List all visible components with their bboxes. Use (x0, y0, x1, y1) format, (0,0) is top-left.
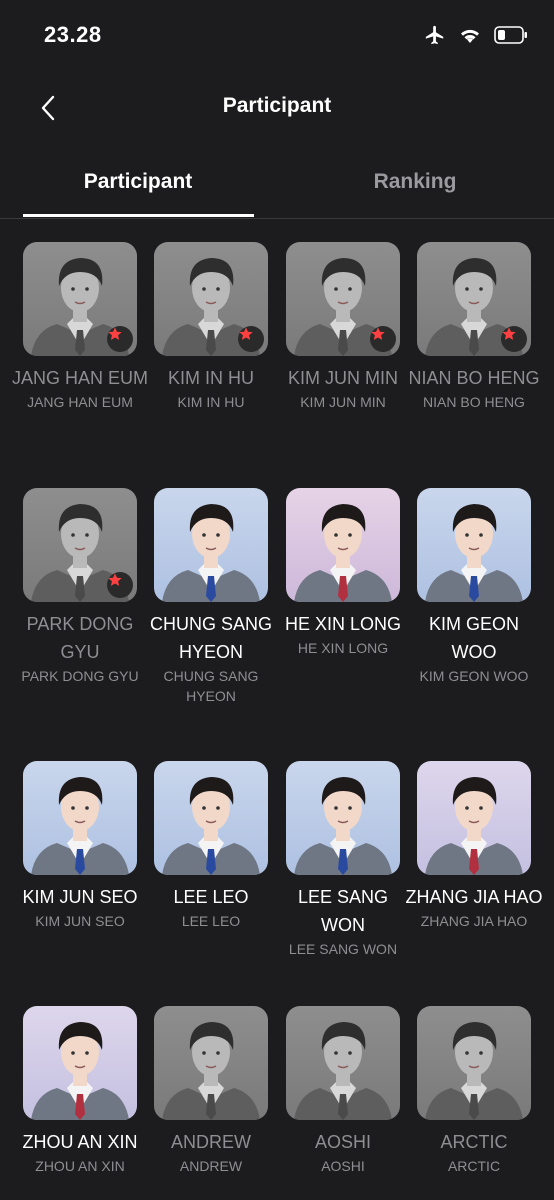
participant-subname: KIM IN HU (177, 394, 245, 410)
participant-photo (154, 488, 268, 602)
participant-name: CHUNG SANG HYEON (149, 614, 272, 662)
participant-name: ZHANG JIA HAO (405, 887, 543, 907)
airplane-icon (424, 24, 446, 46)
participant-photo (417, 488, 531, 602)
participant-name: JANG HAN EUM (11, 368, 148, 388)
participant-subname: HE XIN LONG (297, 640, 389, 656)
participant-subname: ANDREW (179, 1158, 243, 1174)
participant-photo (23, 761, 137, 875)
star-badge (107, 572, 133, 598)
star-icon (108, 573, 122, 586)
participant-name: PARK DONG GYU (26, 614, 134, 662)
participant-name: LEE SANG WON (297, 887, 389, 935)
tab-ranking[interactable]: Ranking (300, 170, 530, 194)
page-title: Participant (222, 94, 332, 117)
status-icons (424, 24, 528, 46)
participant-photo (286, 488, 400, 602)
participant-subname: CHUNG SANG HYEON (163, 668, 259, 704)
star-icon (239, 327, 253, 340)
status-bar: 23.28 (0, 0, 554, 70)
participant-photo (417, 761, 531, 875)
star-badge (501, 326, 527, 352)
participant-subname: AOSHI (321, 1158, 365, 1174)
participant-name: ANDREW (171, 1132, 251, 1152)
participant-subname: PARK DONG GYU (21, 668, 139, 684)
participant-subname: JANG HAN EUM (27, 394, 133, 410)
participant-photo (417, 1006, 531, 1120)
participant-subname: KIM JUN SEO (35, 913, 125, 929)
participant-name: ARCTIC (440, 1132, 508, 1152)
star-icon (502, 327, 516, 340)
participant-subname: ZHANG JIA HAO (420, 913, 528, 929)
participant-name: ZHOU AN XIN (22, 1132, 138, 1152)
participant-photo (286, 242, 400, 356)
participant-subname: LEE SANG WON (288, 941, 398, 957)
participant-subname: ZHOU AN XIN (35, 1158, 125, 1174)
participant-photo (286, 1006, 400, 1120)
battery-icon (494, 26, 528, 44)
participant-name: KIM JUN MIN (288, 368, 398, 388)
participant-photo (23, 1006, 137, 1120)
participant-photo (23, 488, 137, 602)
participant-photo (154, 1006, 268, 1120)
participant-name: KIM GEON WOO (428, 614, 519, 662)
participant-name: NIAN BO HENG (408, 368, 540, 388)
star-icon (108, 327, 122, 340)
status-time: 23.28 (44, 22, 102, 47)
participant-photo (417, 242, 531, 356)
star-badge (107, 326, 133, 352)
participant-photo (154, 761, 268, 875)
participant-subname: ARCTIC (447, 1158, 501, 1174)
participant-name: KIM JUN SEO (22, 887, 138, 907)
participant-subname: NIAN BO HENG (423, 394, 525, 410)
active-tab-indicator (23, 214, 254, 217)
participant-subname: KIM JUN MIN (300, 394, 386, 410)
participant-name: HE XIN LONG (284, 614, 402, 634)
tab-participant[interactable]: Participant (23, 170, 253, 194)
tab-bar: Participant Ranking (0, 156, 554, 219)
star-badge (238, 326, 264, 352)
wifi-icon (458, 25, 482, 45)
participant-name: AOSHI (314, 1132, 371, 1152)
participant-name: LEE LEO (173, 887, 249, 907)
participant-subname: KIM GEON WOO (419, 668, 529, 684)
star-icon (371, 327, 385, 340)
nav-bar: Participant (0, 80, 554, 136)
participant-subname: LEE LEO (181, 913, 241, 929)
star-badge (370, 326, 396, 352)
participant-photo (154, 242, 268, 356)
participant-name: KIM IN HU (167, 368, 254, 388)
participant-photo (23, 242, 137, 356)
participant-photo (286, 761, 400, 875)
